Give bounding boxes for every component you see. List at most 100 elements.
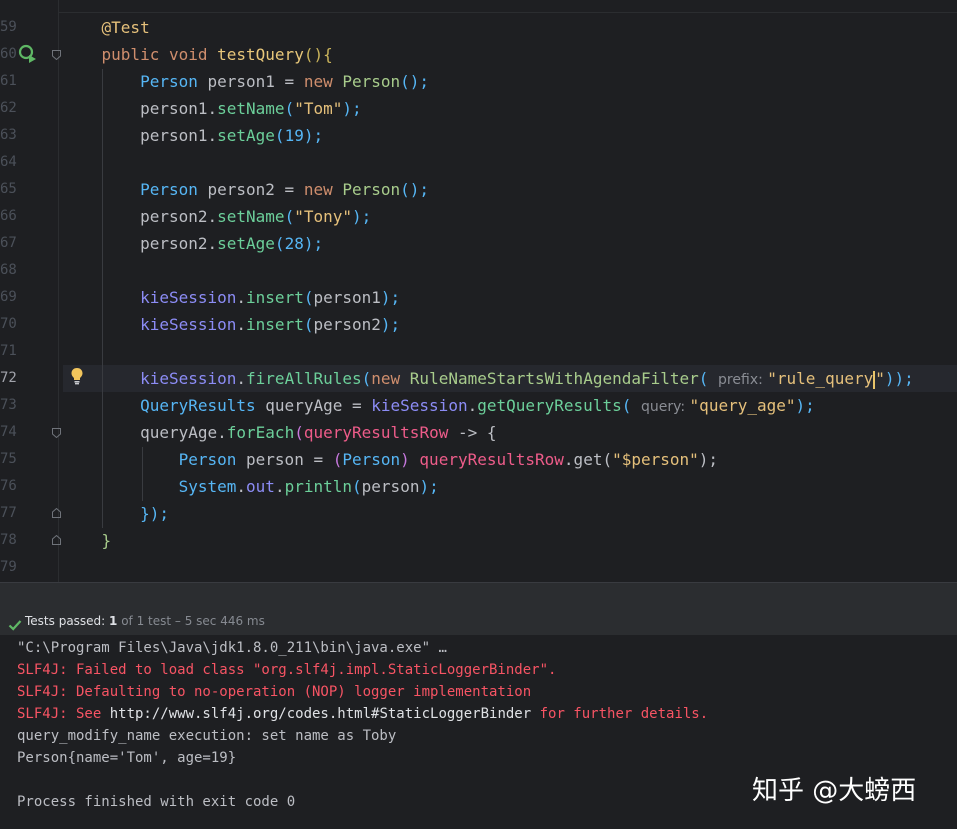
code-line[interactable]: Person person2 = new Person(); xyxy=(63,176,957,203)
method-separator xyxy=(59,12,957,13)
code-token: ); xyxy=(380,315,401,334)
code-line-current[interactable]: kieSession.fireAllRules(new RuleNameStar… xyxy=(63,365,957,392)
code-line[interactable]: kieSession.insert(person1); xyxy=(63,284,957,311)
code-token: @Test xyxy=(63,18,150,37)
code-token: person2 xyxy=(313,315,381,334)
code-token: QueryResults xyxy=(140,396,256,415)
code-token: queryResultsRow xyxy=(303,423,449,442)
code-token: Person xyxy=(342,180,401,199)
line-number: 67 xyxy=(0,235,17,251)
code-token: ( xyxy=(698,369,719,388)
console-text: query_modify_name execution: set name as… xyxy=(17,728,397,744)
code-line[interactable]: Person person = (Person) queryResultsRow… xyxy=(63,446,957,473)
code-token: person1. xyxy=(63,99,218,118)
fold-end-marker-icon[interactable] xyxy=(52,535,61,545)
code-line[interactable]: } xyxy=(63,527,957,554)
code-token: queryResultsRow xyxy=(419,450,564,469)
code-editor[interactable]: 59 60 61 62 63 64 65 66 67 68 69 70 71 72 73 74 75 76 77 78… xyxy=(0,0,957,582)
code-line[interactable]: System.out.println(person); xyxy=(63,473,957,500)
code-token: ( xyxy=(621,396,641,415)
console-link[interactable]: http://www.slf4j.org/codes.html#StaticLo… xyxy=(110,706,531,722)
code-line[interactable]: }); xyxy=(63,500,957,527)
console-line: "C:\Program Files\Java\jdk1.8.0_211\bin\… xyxy=(17,637,447,659)
test-status-bar: Tests passed: 1 of 1 test – 5 sec 446 ms xyxy=(0,608,957,636)
code-line[interactable]: public void testQuery(){ xyxy=(63,41,957,68)
code-token: (); xyxy=(400,180,430,199)
code-line[interactable]: queryAge.forEach(queryResultsRow -> { xyxy=(63,419,957,446)
indent-guide xyxy=(102,69,103,528)
code-token: Person xyxy=(140,72,198,91)
line-number: 69 xyxy=(0,289,17,305)
code-token: Person xyxy=(178,450,237,469)
line-number: 64 xyxy=(0,154,17,170)
code-token: ); xyxy=(380,288,401,307)
code-token: " xyxy=(875,369,885,388)
code-token: person = xyxy=(236,450,333,469)
gutter-separator xyxy=(58,0,59,582)
code-token: setAge xyxy=(217,126,275,145)
code-token: "$person" xyxy=(612,450,699,469)
line-number: 71 xyxy=(0,343,17,359)
code-token: forEach xyxy=(226,423,295,442)
run-test-gutter-icon[interactable] xyxy=(18,44,38,64)
code-token: out xyxy=(246,477,275,496)
fold-marker-icon[interactable] xyxy=(52,50,61,60)
code-token: kieSession xyxy=(140,315,237,334)
code-line[interactable] xyxy=(63,257,957,284)
code-token: kieSession xyxy=(140,288,237,307)
code-line[interactable] xyxy=(63,338,957,365)
code-token: "query_age" xyxy=(689,396,796,415)
code-token: System xyxy=(178,477,237,496)
code-token: . xyxy=(236,369,247,388)
code-token: ( xyxy=(352,477,362,496)
code-line[interactable]: person2.setAge(28); xyxy=(63,230,957,257)
code-token: ); xyxy=(698,450,719,469)
code-line[interactable]: person1.setName("Tom"); xyxy=(63,95,957,122)
code-token: person1 xyxy=(313,288,381,307)
code-token: )); xyxy=(884,369,914,388)
console-text: "C:\Program Files\Java\jdk1.8.0_211\bin\… xyxy=(17,640,431,656)
code-line[interactable]: kieSession.insert(person2); xyxy=(63,311,957,338)
code-token: ); xyxy=(352,207,372,226)
code-line[interactable]: Person person1 = new Person(); xyxy=(63,68,957,95)
code-token: ); xyxy=(795,396,815,415)
code-token: } xyxy=(63,531,112,550)
fold-marker-icon[interactable] xyxy=(52,428,61,438)
code-token: ); xyxy=(303,234,324,253)
console-text: SLF4J: Failed to load class "org.slf4j.i… xyxy=(17,662,557,678)
panel-splitter[interactable] xyxy=(0,582,957,608)
code-token: person2 = xyxy=(197,180,304,199)
code-token: ( xyxy=(332,450,343,469)
code-token: setName xyxy=(217,207,285,226)
code-line[interactable] xyxy=(63,554,957,581)
code-line[interactable] xyxy=(63,149,957,176)
code-token: ( xyxy=(294,423,304,442)
console-line: SLF4J: Defaulting to no-operation (NOP) … xyxy=(17,681,531,703)
console-text: SLF4J: Defaulting to no-operation (NOP) … xyxy=(17,684,532,700)
status-label: Tests passed: xyxy=(25,614,110,628)
code-token: queryAge. xyxy=(63,423,227,442)
code-token: (); xyxy=(400,72,430,91)
lightbulb-icon[interactable] xyxy=(70,367,84,385)
code-token: "Tony" xyxy=(294,207,352,226)
code-line[interactable]: person2.setName("Tony"); xyxy=(63,203,957,230)
line-number: 75 xyxy=(0,451,17,467)
console-line: SLF4J: Failed to load class "org.slf4j.i… xyxy=(17,659,556,681)
line-number: 73 xyxy=(0,397,17,413)
code-token: person xyxy=(361,477,420,496)
code-token: ( xyxy=(284,99,295,118)
code-token: Person xyxy=(140,180,198,199)
code-token: println xyxy=(284,477,353,496)
status-detail: of 1 test – 5 sec 446 ms xyxy=(117,614,265,628)
code-token: Person xyxy=(342,450,401,469)
code-line[interactable]: @Test xyxy=(63,14,957,41)
code-line[interactable]: QueryResults queryAge = kieSession.getQu… xyxy=(63,392,957,419)
code-token: testQuery xyxy=(217,45,304,64)
fold-end-marker-icon[interactable] xyxy=(52,508,61,518)
line-number-gutter[interactable]: 59 60 61 62 63 64 65 66 67 68 69 70 71 72 73 74 75 76 77 78… xyxy=(0,0,58,582)
line-number: 72 xyxy=(0,370,17,386)
line-number: 60 xyxy=(0,46,17,62)
code-line[interactable]: person1.setAge(19); xyxy=(63,122,957,149)
code-token: public void xyxy=(63,45,218,64)
